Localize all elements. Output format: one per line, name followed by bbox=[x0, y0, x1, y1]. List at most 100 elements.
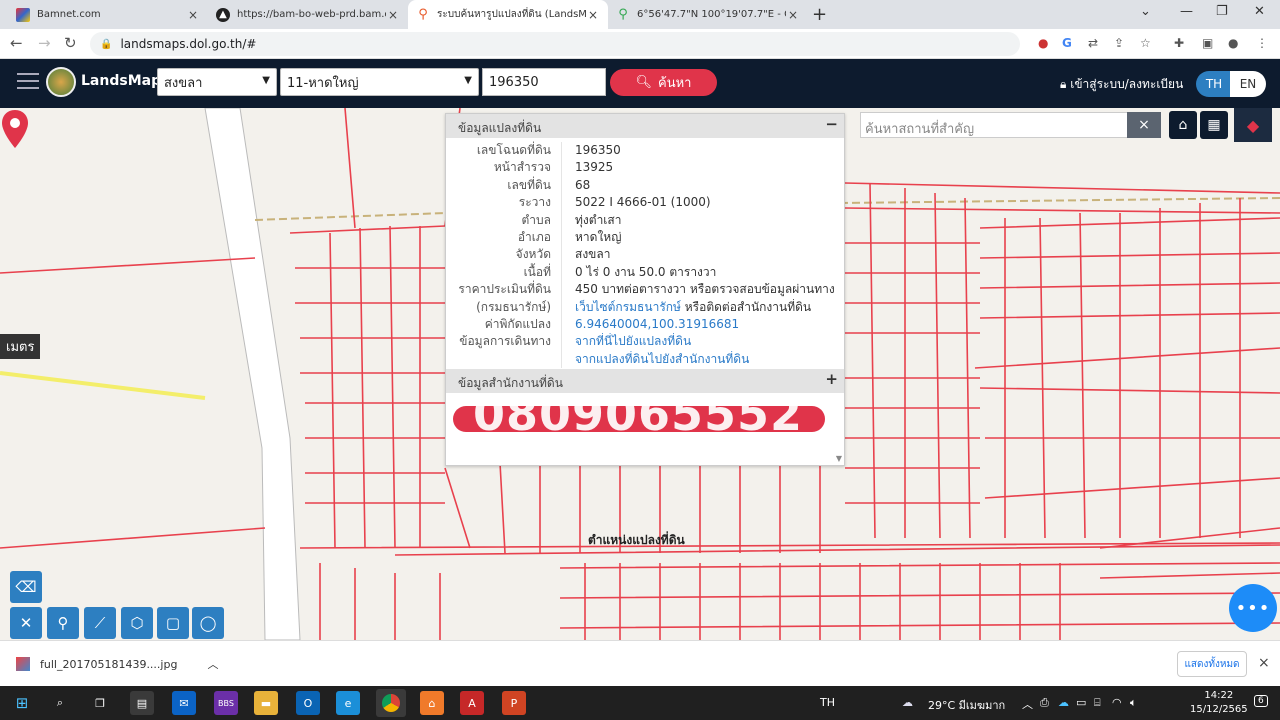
measure-tool-icon[interactable]: ✕ bbox=[10, 607, 42, 639]
info-value: 5022 I 4666-01 (1000) bbox=[575, 195, 711, 210]
search-icon[interactable]: ⌕ bbox=[48, 691, 72, 715]
polyline-tool-icon[interactable]: ⟋ bbox=[84, 607, 116, 639]
url-field[interactable]: 🔒 landsmaps.dol.go.th/# bbox=[90, 32, 1020, 56]
lock-icon[interactable]: 🔒 bbox=[100, 39, 112, 50]
maximize-icon[interactable]: ❐ bbox=[1216, 4, 1228, 19]
tab-google-maps[interactable]: ⚲ 6°56'47.7"N 100°19'07.7"E - Goo × bbox=[608, 0, 808, 29]
show-all-button[interactable]: แสดงทั้งหมด bbox=[1177, 651, 1247, 677]
grid-sheet-icon[interactable]: ▦ bbox=[1200, 111, 1228, 139]
eraser-tool-icon[interactable]: ⌫ bbox=[10, 571, 42, 603]
url-text: landsmaps.dol.go.th/# bbox=[120, 37, 257, 51]
onedrive-icon[interactable]: ☁ bbox=[1058, 696, 1069, 709]
circle-tool-icon[interactable]: ◯ bbox=[192, 607, 224, 639]
parcel-info-table: เลขโฉนดที่ดิน 196350 หน้าสำรวจ 13925 เลขที… bbox=[446, 138, 844, 372]
powerpoint-icon[interactable]: P bbox=[502, 691, 526, 715]
hamburger-menu-icon[interactable] bbox=[17, 73, 39, 91]
rectangle-tool-icon[interactable]: ▢ bbox=[157, 607, 189, 639]
district-select[interactable]: 11-หาดใหญ่ ▼ bbox=[280, 68, 479, 96]
profile-avatar-icon[interactable]: ● bbox=[1228, 36, 1238, 50]
clock-time: 14:22 bbox=[1204, 690, 1234, 701]
minimize-icon[interactable]: — bbox=[1180, 4, 1193, 19]
network-icon[interactable]: ⌸ bbox=[1094, 696, 1101, 710]
clear-search-button[interactable]: × bbox=[1127, 112, 1161, 138]
window-close-icon[interactable]: ✕ bbox=[1254, 4, 1265, 19]
pdf-reader-icon[interactable]: A bbox=[460, 691, 484, 715]
lock-icon: 🔒︎ bbox=[1060, 77, 1067, 91]
info-row: หน้าสำรวจ 13925 bbox=[446, 159, 844, 177]
image-file-icon bbox=[16, 657, 30, 671]
printer-icon[interactable]: ⎙ bbox=[1040, 696, 1049, 710]
map-view[interactable]: เมตร ค้นหาสถานที่สำคัญ × ⌂ ▦ ◆ ข้อมูลแปล… bbox=[0, 108, 1280, 640]
directions-to-office-link[interactable]: จากแปลงที่ดินไปยังสำนักงานที่ดิน bbox=[575, 351, 844, 368]
collapse-icon[interactable]: − bbox=[825, 115, 838, 133]
menu-kebab-icon[interactable]: ⋮ bbox=[1256, 36, 1268, 50]
treasury-website-link[interactable]: เว็บไซต์กรมธนารักษ์ bbox=[575, 300, 681, 314]
lang-en-button[interactable]: EN bbox=[1230, 71, 1266, 97]
chevron-up-icon[interactable]: ︿ bbox=[207, 656, 218, 672]
parcel-number-input[interactable]: 196350 bbox=[482, 68, 606, 96]
scroll-down-icon[interactable]: ▼ bbox=[836, 454, 842, 463]
download-item[interactable]: full_201705181439....jpg ︿ bbox=[16, 656, 218, 672]
back-icon[interactable]: ← bbox=[10, 34, 23, 52]
tab-bam-bo[interactable]: ▲ https://bam-bo-web-prd.bam.co × bbox=[208, 0, 408, 29]
tab-search-icon[interactable]: ⌄ bbox=[1140, 4, 1151, 19]
close-download-bar-icon[interactable]: × bbox=[1258, 655, 1270, 671]
home-icon[interactable]: ⌂ bbox=[1169, 111, 1197, 139]
windows-start-icon[interactable]: ⊞ bbox=[10, 691, 34, 715]
expand-icon[interactable]: + bbox=[825, 370, 838, 388]
lang-th-button[interactable]: TH bbox=[1196, 71, 1232, 97]
google-icon[interactable]: G bbox=[1062, 36, 1072, 50]
clock[interactable]: 14:22 15/12/2565 bbox=[1190, 689, 1248, 717]
province-select[interactable]: สงขลา ▼ bbox=[157, 68, 277, 96]
map-pin-favicon-icon: ⚲ bbox=[418, 6, 428, 22]
display-icon[interactable]: ▭ bbox=[1076, 696, 1086, 709]
info-row: จังหวัด สงขลา bbox=[446, 246, 844, 264]
task-view-icon[interactable]: ❐ bbox=[88, 691, 112, 715]
forward-icon[interactable]: → bbox=[38, 34, 51, 52]
input-language[interactable]: TH bbox=[820, 696, 835, 709]
layers-icon[interactable]: ◆ bbox=[1234, 108, 1272, 142]
speaker-icon[interactable]: 🔈︎ bbox=[1130, 696, 1137, 710]
home-app-icon[interactable]: ⌂ bbox=[420, 691, 444, 715]
search-button[interactable]: 🔍︎ ค้นหา bbox=[610, 69, 717, 96]
file-explorer-icon[interactable]: ▬ bbox=[254, 691, 278, 715]
share-icon[interactable]: ⇪ bbox=[1114, 36, 1124, 50]
edge-icon[interactable]: e bbox=[336, 691, 360, 715]
tab-close-icon[interactable]: × bbox=[386, 8, 400, 22]
mail-icon[interactable]: ✉ bbox=[172, 691, 196, 715]
side-panel-icon[interactable]: ▣ bbox=[1202, 36, 1213, 50]
tab-close-icon[interactable]: × bbox=[786, 8, 800, 22]
bbs-app-icon[interactable]: BBS bbox=[214, 691, 238, 715]
tab-landsmaps[interactable]: ⚲ ระบบค้นหารูปแปลงที่ดิน (LandsMaps × bbox=[408, 0, 608, 29]
tab-bamnet[interactable]: Bamnet.com × bbox=[8, 0, 208, 29]
extension-icon[interactable]: ● bbox=[1038, 36, 1048, 50]
parcel-info-title: ข้อมูลแปลงที่ดิน bbox=[458, 121, 542, 135]
clock-date: 15/12/2565 bbox=[1190, 704, 1248, 715]
wifi-icon[interactable]: ◠ bbox=[1112, 696, 1122, 709]
outlook-icon[interactable]: O bbox=[296, 691, 320, 715]
login-link[interactable]: 🔒︎ เข้าสู่ระบบ/ลงทะเบียน bbox=[1060, 75, 1183, 94]
place-search-input[interactable]: ค้นหาสถานที่สำคัญ bbox=[860, 112, 1128, 138]
province-value: สงขลา bbox=[164, 75, 203, 91]
reload-icon[interactable]: ↻ bbox=[64, 34, 77, 52]
bookmark-star-icon[interactable]: ☆ bbox=[1140, 36, 1151, 50]
chevron-up-icon[interactable]: ︿ bbox=[1022, 696, 1033, 712]
location-pin-icon[interactable] bbox=[0, 108, 30, 150]
tab-close-icon[interactable]: × bbox=[186, 8, 200, 22]
translate-icon[interactable]: ⇄ bbox=[1088, 36, 1098, 50]
directions-to-parcel-link[interactable]: จากที่นี่ไปยังแปลงที่ดิน bbox=[575, 333, 844, 350]
new-tab-button[interactable]: + bbox=[812, 4, 827, 25]
notification-badge[interactable]: 6 bbox=[1254, 695, 1268, 707]
extensions-puzzle-icon[interactable]: ✚ bbox=[1174, 36, 1184, 50]
tab-close-icon[interactable]: × bbox=[586, 8, 600, 22]
marker-tool-icon[interactable]: ⚲ bbox=[47, 607, 79, 639]
weather-text[interactable]: 29°C มีเมฆมาก bbox=[928, 696, 1005, 714]
parcel-info-header[interactable]: ข้อมูลแปลงที่ดิน − bbox=[446, 114, 844, 138]
search-icon: 🔍︎ bbox=[635, 75, 653, 90]
info-row: (กรมธนารักษ์) เว็บไซต์กรมธนารักษ์ หรือติด… bbox=[446, 298, 844, 317]
chrome-icon[interactable] bbox=[376, 689, 406, 717]
polygon-tool-icon[interactable]: ⬡ bbox=[121, 607, 153, 639]
coordinate-link[interactable]: 6.94640004,100.31916681 bbox=[575, 316, 844, 333]
more-options-button[interactable]: ••• bbox=[1229, 584, 1277, 632]
store-icon[interactable]: ▤ bbox=[130, 691, 154, 715]
